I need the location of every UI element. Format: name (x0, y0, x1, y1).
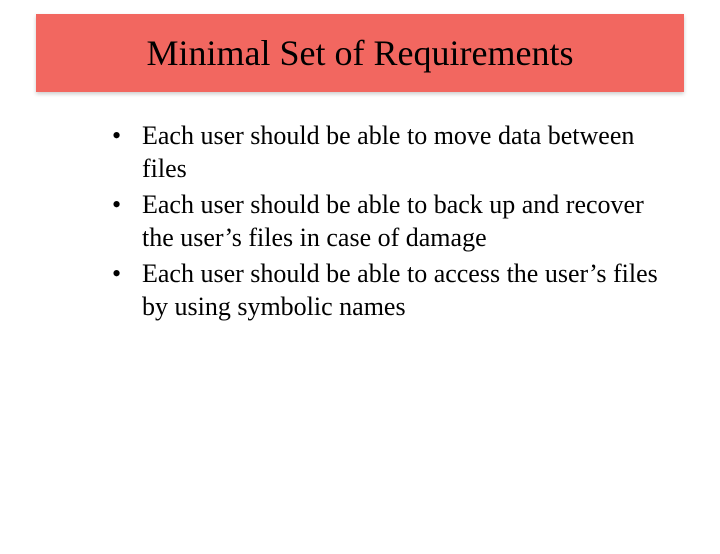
slide-title: Minimal Set of Requirements (36, 14, 684, 92)
list-item: Each user should be able to move data be… (100, 120, 660, 185)
list-item: Each user should be able to access the u… (100, 258, 660, 323)
bullet-list: Each user should be able to move data be… (100, 120, 660, 323)
list-item: Each user should be able to back up and … (100, 189, 660, 254)
slide-content: Each user should be able to move data be… (100, 120, 660, 323)
